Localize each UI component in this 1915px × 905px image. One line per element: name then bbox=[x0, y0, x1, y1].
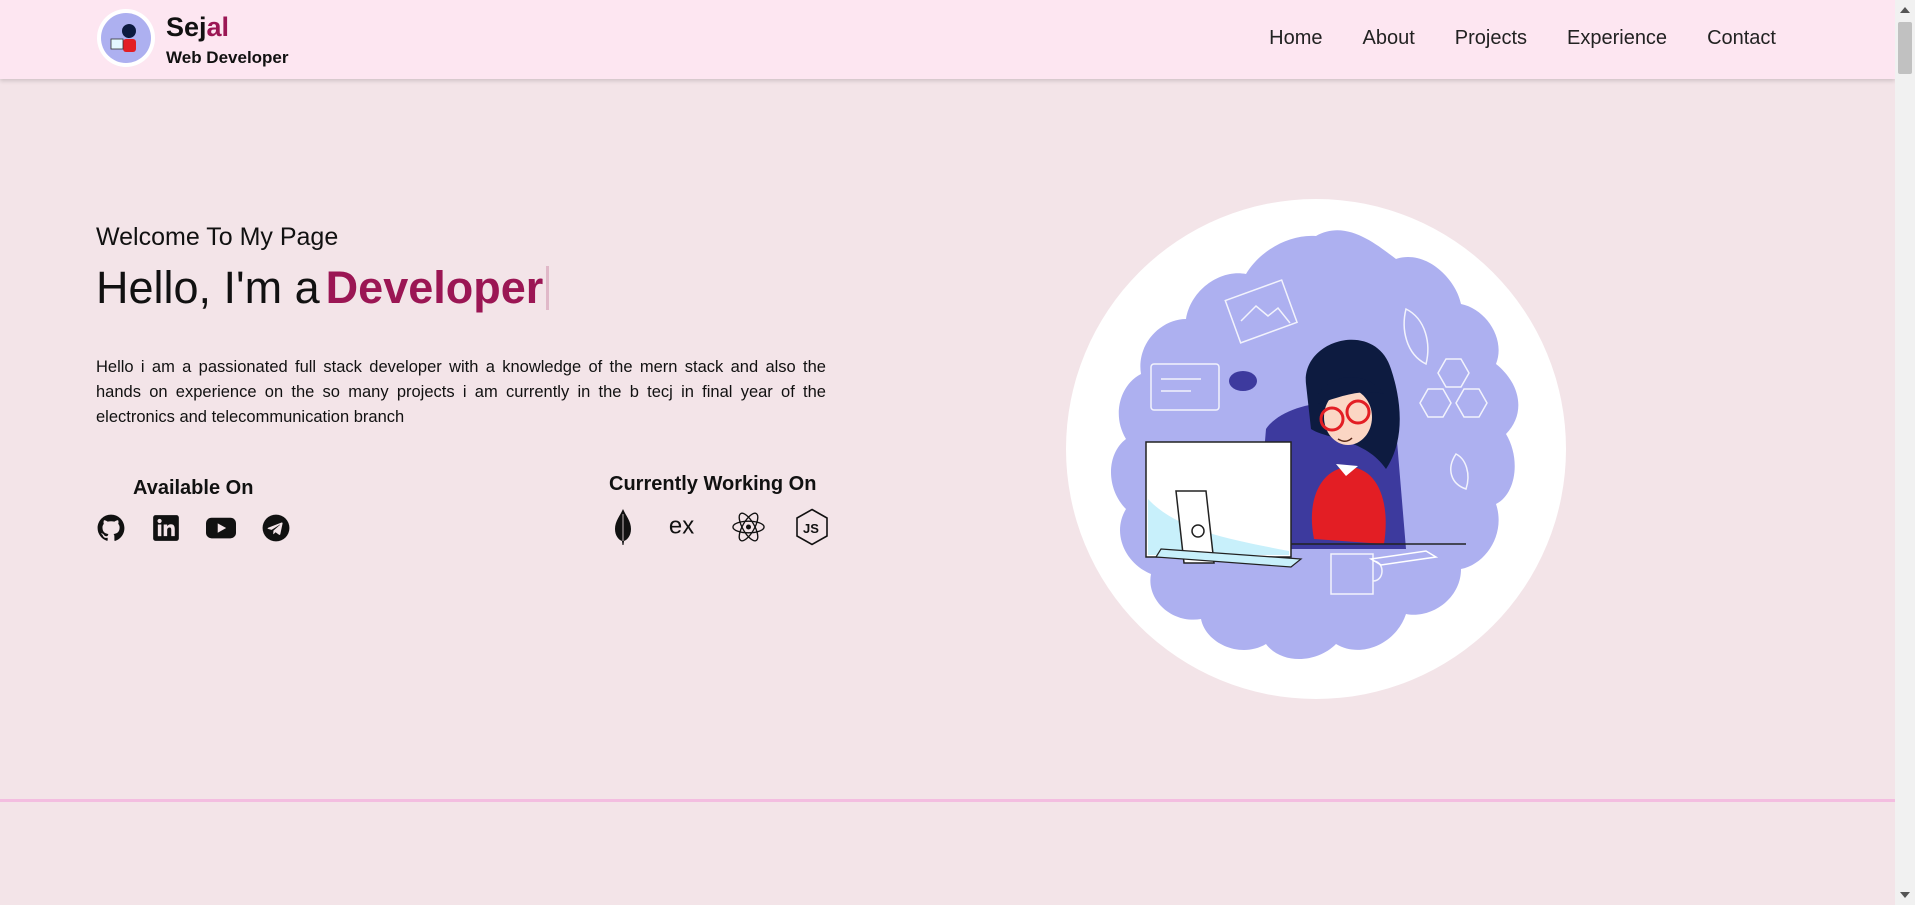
section-divider bbox=[0, 799, 1895, 802]
page-scrollbar[interactable] bbox=[1895, 0, 1915, 905]
site-header: Sejal Web Developer Home About Projects … bbox=[0, 0, 1895, 79]
mongodb-icon bbox=[605, 508, 640, 546]
scroll-thumb[interactable] bbox=[1898, 22, 1912, 74]
typed-role: Developer bbox=[325, 262, 544, 313]
linkedin-icon[interactable] bbox=[151, 513, 181, 543]
nav-projects[interactable]: Projects bbox=[1455, 27, 1527, 50]
typing-cursor bbox=[546, 266, 550, 310]
brand-role: Web Developer bbox=[166, 48, 289, 67]
currently-working-title: Currently Working On bbox=[609, 473, 817, 495]
greeting-text: Hello, I'm a bbox=[96, 262, 320, 313]
hero-heading: Hello, I'm a Developer bbox=[96, 262, 550, 314]
main-nav: Home About Projects Experience Contact bbox=[1269, 27, 1776, 50]
available-on-title: Available On bbox=[133, 477, 254, 499]
developer-illustration bbox=[1066, 199, 1566, 699]
svg-text:JS: JS bbox=[803, 521, 819, 536]
brand: Sejal Web Developer bbox=[166, 12, 289, 68]
react-icon bbox=[731, 508, 766, 546]
nav-experience[interactable]: Experience bbox=[1567, 27, 1667, 50]
logo-avatar[interactable] bbox=[97, 9, 155, 67]
telegram-icon[interactable] bbox=[261, 513, 291, 543]
youtube-icon[interactable] bbox=[206, 513, 236, 543]
brand-name: Sejal bbox=[166, 12, 230, 42]
scroll-up-arrow-icon[interactable] bbox=[1900, 7, 1910, 13]
github-icon[interactable] bbox=[96, 513, 126, 543]
nodejs-icon: JS bbox=[794, 508, 829, 546]
nav-home[interactable]: Home bbox=[1269, 27, 1322, 50]
express-icon: ex bbox=[668, 508, 703, 546]
svg-text:ex: ex bbox=[669, 512, 694, 539]
scroll-down-arrow-icon[interactable] bbox=[1900, 892, 1910, 898]
social-links bbox=[96, 513, 291, 543]
nav-about[interactable]: About bbox=[1362, 27, 1414, 50]
tech-stack: ex JS bbox=[605, 508, 829, 546]
welcome-text: Welcome To My Page bbox=[96, 223, 339, 251]
bio-paragraph: Hello i am a passionated full stack deve… bbox=[96, 358, 826, 426]
nav-contact[interactable]: Contact bbox=[1707, 27, 1776, 50]
